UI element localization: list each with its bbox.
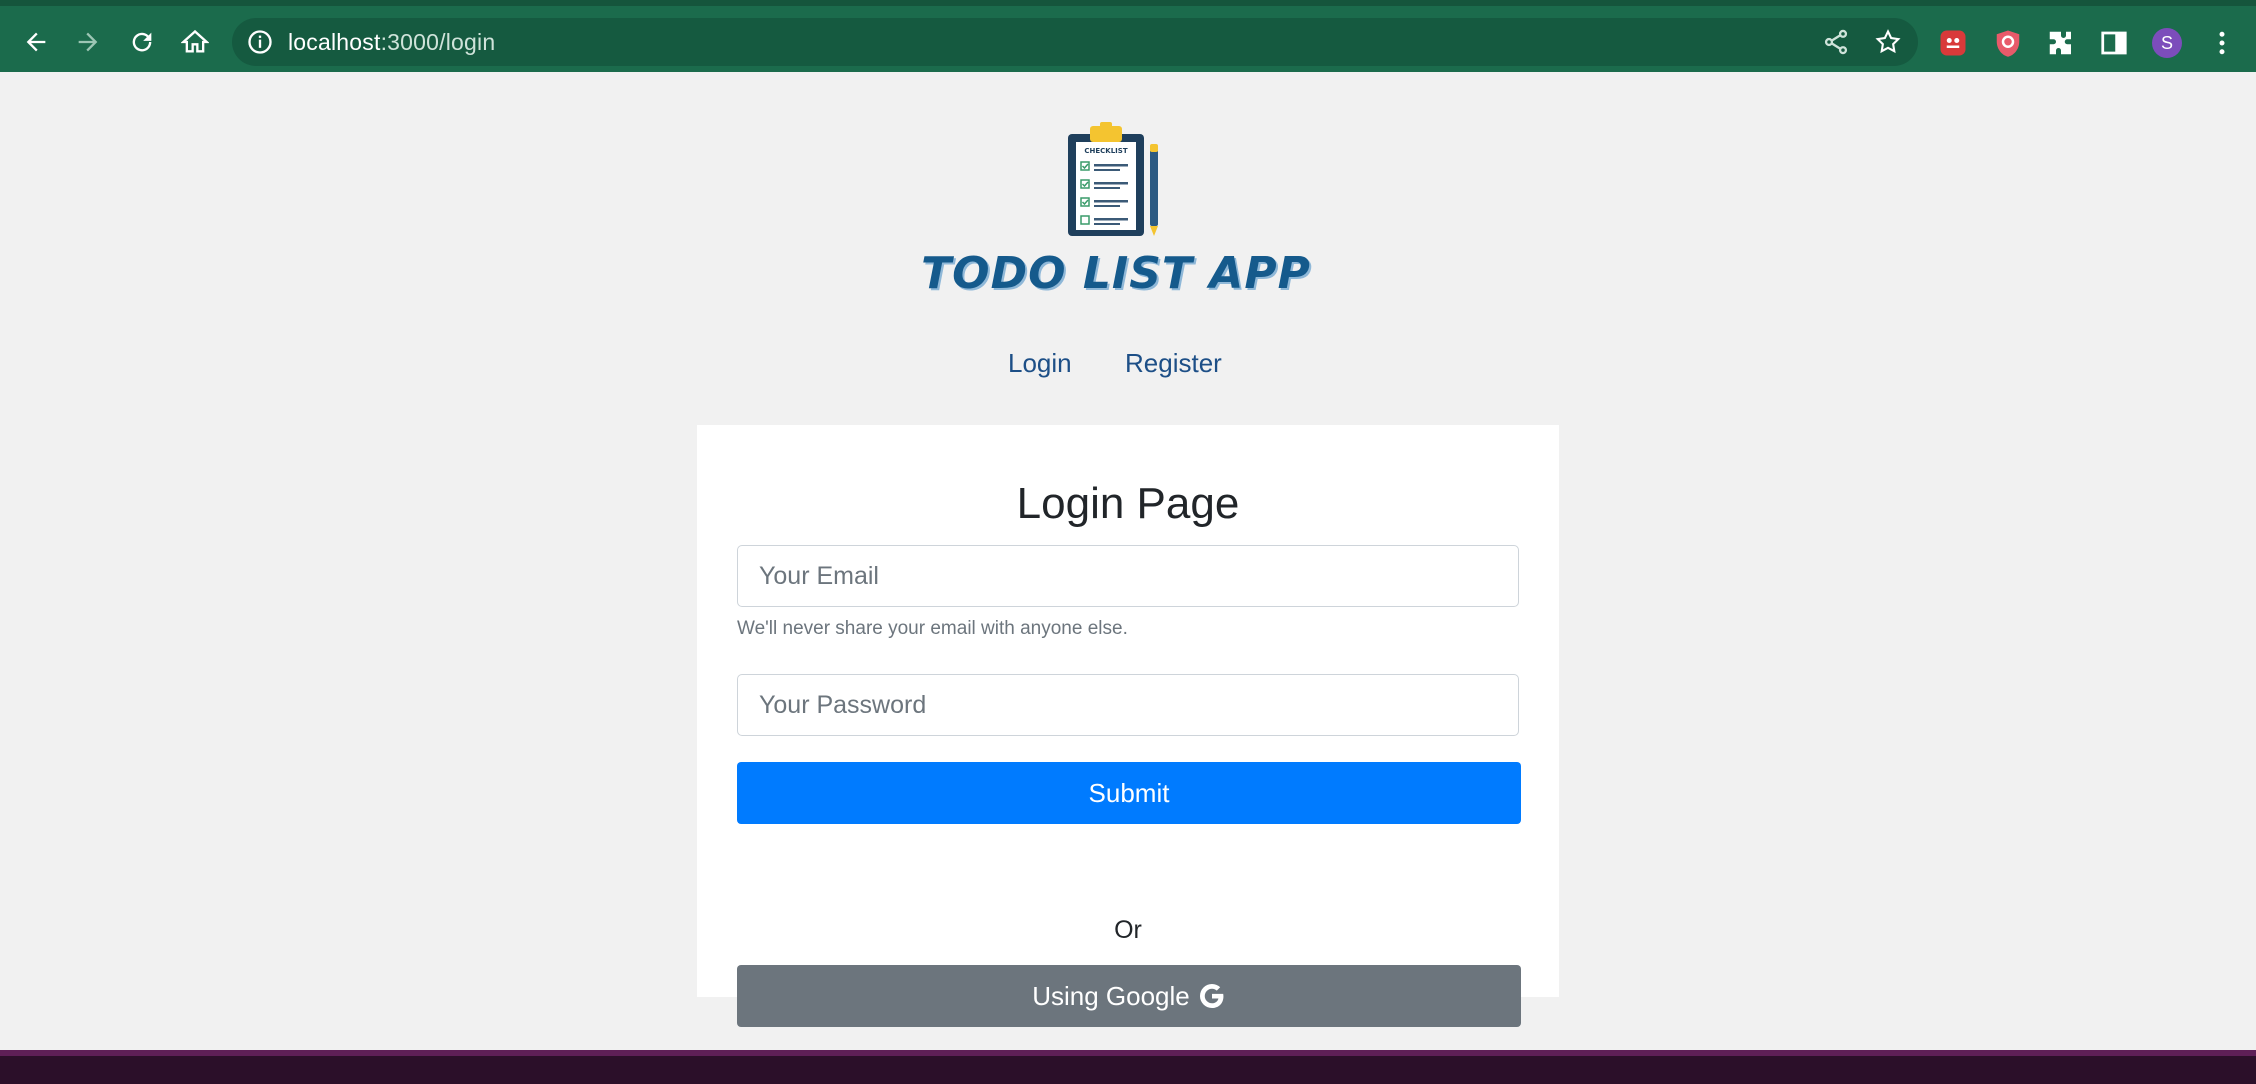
email-help-text: We'll never share your email with anyone… <box>737 618 1128 639</box>
extension-icon[interactable] <box>1938 28 1968 58</box>
google-login-button[interactable]: Using Google <box>737 965 1521 1027</box>
google-label: Using Google <box>1032 980 1190 1011</box>
bookmark-star-icon[interactable] <box>1874 28 1902 56</box>
clipboard-checklist-icon: CHECKLIST <box>1068 122 1158 236</box>
password-field[interactable] <box>737 674 1519 736</box>
app-title: TODO LIST APP <box>921 248 1311 299</box>
back-icon[interactable] <box>16 22 56 62</box>
login-card: Login Page We'll never share your email … <box>697 425 1559 1027</box>
url-text: localhost:3000/login <box>288 29 495 56</box>
nav-login-link[interactable]: Login <box>1008 348 1072 379</box>
email-field[interactable] <box>737 545 1519 607</box>
address-bar[interactable]: localhost:3000/login <box>232 18 1918 66</box>
screen: localhost:3000/login S CHECKLIST TODO LI… <box>0 0 2256 1084</box>
submit-button[interactable]: Submit <box>737 762 1521 824</box>
side-panel-icon[interactable] <box>2099 28 2129 58</box>
url-host: localhost <box>288 29 381 55</box>
reload-icon[interactable] <box>122 22 162 62</box>
submit-label: Submit <box>1088 777 1170 808</box>
bottom-accent-bar <box>0 1050 2256 1056</box>
forward-icon[interactable] <box>68 22 108 62</box>
shield-extension-icon[interactable] <box>1993 28 2023 58</box>
profile-avatar[interactable]: S <box>2152 28 2182 58</box>
url-path: :3000/login <box>380 29 496 55</box>
page-title: Login Page <box>1016 479 1240 528</box>
nav-bar: Login Register <box>0 348 2256 388</box>
menu-icon[interactable] <box>2207 28 2237 58</box>
logo-text: CHECKLIST <box>1084 147 1127 155</box>
google-g-icon <box>1199 983 1224 1009</box>
page-content: CHECKLIST TODO LIST APP Login Register L… <box>0 72 2256 1050</box>
puzzle-icon[interactable] <box>2046 28 2076 58</box>
desktop-bottom-strip <box>0 1050 2256 1084</box>
or-divider-text: Or <box>1114 916 1142 944</box>
info-icon[interactable] <box>246 28 274 56</box>
nav-register-link[interactable]: Register <box>1125 348 1222 379</box>
share-icon[interactable] <box>1822 28 1850 56</box>
browser-toolbar: localhost:3000/login S <box>0 0 2256 72</box>
home-icon[interactable] <box>175 22 215 62</box>
